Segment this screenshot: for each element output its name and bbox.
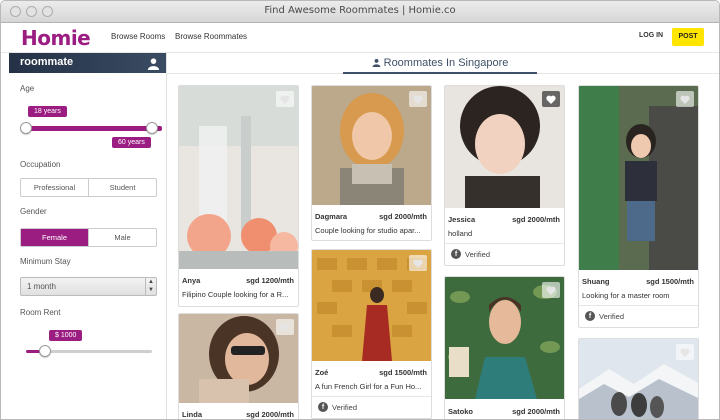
heart-icon: [680, 348, 690, 357]
favorite-button[interactable]: [676, 91, 694, 107]
title-bar: Find Awesome Roommates | Homie.co: [1, 1, 719, 23]
min-stay-label: Minimum Stay: [20, 257, 71, 266]
card-name: Anya: [182, 276, 201, 285]
card-description: Looking for a master room: [582, 291, 670, 300]
card-description: holland: [448, 229, 473, 238]
login-link[interactable]: LOG IN: [639, 32, 663, 39]
verified-label: Verified: [332, 402, 358, 412]
gender-male-option[interactable]: Male: [88, 229, 156, 246]
occupation-professional-option[interactable]: Professional: [21, 179, 88, 196]
heart-icon: [413, 259, 423, 268]
min-stay-value: 1 month: [27, 282, 56, 291]
listing-photo: [579, 86, 698, 270]
roommate-card-dagmara[interactable]: Dagmara sgd 2000/mth Couple looking for …: [311, 85, 432, 241]
min-stay-select[interactable]: 1 month ▲ ▼: [20, 277, 157, 296]
verified-label: Verified: [599, 311, 625, 321]
post-button[interactable]: POST: [672, 28, 704, 46]
card-name: Linda: [182, 410, 202, 419]
favorite-button[interactable]: [409, 91, 427, 107]
card-price: sgd 1500/mth: [379, 368, 427, 377]
sidebar-header: roommate: [9, 53, 166, 73]
card-price: sgd 2000/mth: [512, 407, 560, 416]
occupation-toggle: Professional Student: [20, 178, 157, 197]
page-title-text: Roommates In Singapore: [383, 57, 509, 69]
facebook-icon: f: [451, 249, 461, 259]
card-divider: [445, 243, 564, 244]
heart-icon: [280, 323, 290, 332]
heart-icon: [546, 95, 556, 104]
age-min-badge: 18 years: [28, 106, 67, 117]
occupation-student-option[interactable]: Student: [88, 179, 156, 196]
card-divider: [579, 305, 698, 306]
verified-badge: f Verified: [585, 311, 624, 321]
heart-icon: [546, 286, 556, 295]
homie-logo[interactable]: Homie: [21, 26, 91, 50]
card-price: sgd 2000/mth: [512, 215, 560, 224]
favorite-button[interactable]: [542, 282, 560, 298]
card-divider: [312, 396, 431, 397]
card-name: Dagmara: [315, 212, 348, 221]
sidebar-title: roommate: [20, 56, 74, 68]
nav-browse-roommates[interactable]: Browse Roommates: [175, 32, 247, 41]
gender-female-option[interactable]: Female: [21, 229, 88, 246]
verified-badge: f Verified: [451, 249, 490, 259]
card-description: Filipino Couple looking for a R...: [182, 290, 289, 299]
roommate-card-satoko[interactable]: Satoko sgd 2000/mth: [444, 276, 565, 419]
card-name: Jessica: [448, 215, 476, 224]
window-title: Find Awesome Roommates | Homie.co: [264, 5, 456, 16]
room-rent-label: Room Rent: [20, 308, 61, 317]
facebook-icon: f: [318, 402, 328, 412]
age-range-slider[interactable]: [26, 126, 162, 131]
card-price: sgd 1200/mth: [246, 276, 294, 285]
favorite-button[interactable]: [409, 255, 427, 271]
room-rent-handle[interactable]: [38, 345, 51, 357]
browser-window: Find Awesome Roommates | Homie.co Homie …: [0, 0, 720, 420]
roommate-card-anya[interactable]: Anya sgd 1200/mth Filipino Couple lookin…: [178, 85, 299, 307]
card-price: sgd 2000/mth: [246, 410, 294, 419]
card-price: sgd 1500/mth: [646, 277, 694, 286]
favorite-button[interactable]: [676, 344, 694, 360]
heart-icon: [680, 95, 690, 104]
heart-icon: [280, 95, 290, 104]
age-min-handle[interactable]: [20, 122, 32, 134]
roommate-card-zoe[interactable]: Zoé sgd 1500/mth A fun French Girl for a…: [311, 249, 432, 419]
card-description: Couple looking for studio apar...: [315, 226, 421, 235]
age-max-handle[interactable]: [146, 122, 158, 134]
heading-bar: Roommates In Singapore: [167, 53, 719, 74]
favorite-button[interactable]: [276, 319, 294, 335]
gender-label: Gender: [20, 207, 47, 216]
chevron-updown-icon: ▲ ▼: [145, 278, 156, 295]
card-name: Satoko: [448, 407, 474, 416]
listing-photo: [179, 86, 298, 269]
filter-sidebar: roommate Age 18 years 60 years Occupatio…: [9, 53, 167, 419]
facebook-icon: f: [585, 311, 595, 321]
favorite-button[interactable]: [542, 91, 560, 107]
card-price: sgd 2000/mth: [379, 212, 427, 221]
page-title: Roommates In Singapore: [343, 53, 537, 74]
verified-label: Verified: [465, 249, 491, 259]
card-name: Zoé: [315, 368, 329, 377]
heart-icon: [413, 95, 423, 104]
roommate-card-shuang[interactable]: Shuang sgd 1500/mth Looking for a master…: [578, 85, 699, 328]
nav-browse-rooms[interactable]: Browse Rooms: [111, 32, 165, 41]
top-navigation: Homie Browse Rooms Browse Roommates LOG …: [1, 23, 719, 53]
card-description: A fun French Girl for a Fun Ho...: [315, 382, 422, 391]
occupation-label: Occupation: [20, 160, 61, 169]
roommate-card-jessica[interactable]: Jessica sgd 2000/mth holland f Verified: [444, 85, 565, 266]
favorite-button[interactable]: [276, 91, 294, 107]
card-name: Shuang: [582, 277, 610, 286]
age-label: Age: [20, 84, 35, 93]
room-rent-badge: $ 1000: [49, 330, 83, 341]
roommate-card-linda[interactable]: Linda sgd 2000/mth: [178, 313, 299, 419]
user-icon: [147, 58, 160, 70]
gender-toggle: Female Male: [20, 228, 157, 247]
verified-badge: f Verified: [318, 402, 357, 412]
user-icon: [372, 58, 380, 67]
roommate-card-8[interactable]: [578, 338, 699, 419]
age-max-badge: 60 years: [112, 137, 151, 148]
